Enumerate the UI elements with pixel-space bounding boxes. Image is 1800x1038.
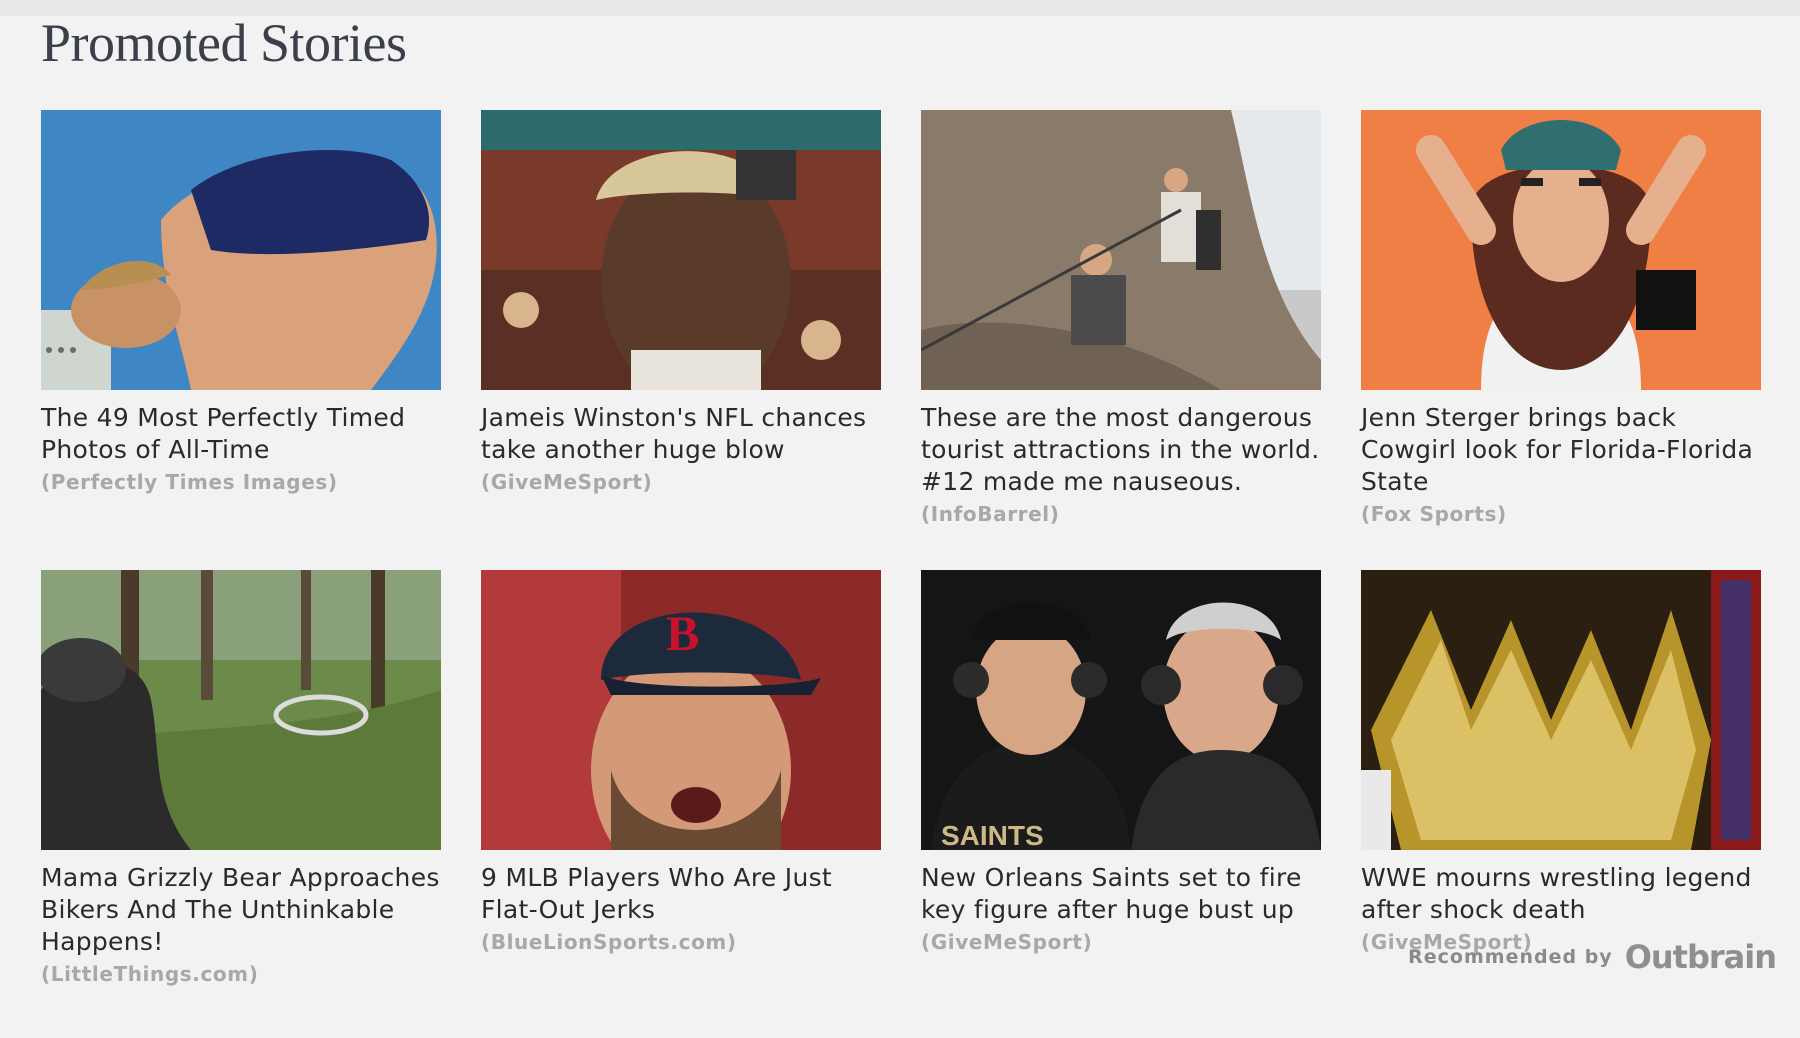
story-title-2[interactable]: Jameis Winston's NFL chances take anothe… xyxy=(481,402,881,466)
story-title-3[interactable]: These are the most dangerous tourist att… xyxy=(921,402,1321,498)
story-source-3: (InfoBarrel) xyxy=(921,502,1060,526)
recommended-by-label: Recommended by xyxy=(1408,946,1613,968)
story-thumbnail-5[interactable] xyxy=(41,570,441,850)
story-thumbnail-6[interactable]: B xyxy=(481,570,881,850)
stories-grid: The 49 Most Perfectly Timed Photos of Al… xyxy=(41,110,1761,1030)
story-source-6: (BlueLionSports.com) xyxy=(481,930,737,954)
outbrain-logo: Outbrain xyxy=(1624,938,1777,976)
section-title: Promoted Stories xyxy=(41,13,407,73)
story-card-6[interactable]: B 9 MLB Players Who Are Just Flat-Out Je… xyxy=(481,570,881,1030)
svg-text:SAINTS: SAINTS xyxy=(941,820,1044,850)
story-thumbnail-1[interactable] xyxy=(41,110,441,390)
story-title-1[interactable]: The 49 Most Perfectly Timed Photos of Al… xyxy=(41,402,441,466)
promoted-stories-widget: Promoted Stories The 49 Most Perfectly T… xyxy=(0,0,1800,1038)
story-source-7: (GiveMeSport) xyxy=(921,930,1093,954)
story-thumbnail-7[interactable]: SAINTS xyxy=(921,570,1321,850)
story-title-5[interactable]: Mama Grizzly Bear Approaches Bikers And … xyxy=(41,862,441,958)
story-title-7[interactable]: New Orleans Saints set to fire key figur… xyxy=(921,862,1321,926)
story-card-2[interactable]: Jameis Winston's NFL chances take anothe… xyxy=(481,110,881,570)
story-thumbnail-2[interactable] xyxy=(481,110,881,390)
story-source-5: (LittleThings.com) xyxy=(41,962,259,986)
recommended-by-outbrain-link[interactable]: Recommended by Outbrain xyxy=(1408,938,1777,976)
story-card-5[interactable]: Mama Grizzly Bear Approaches Bikers And … xyxy=(41,570,441,1030)
story-thumbnail-3[interactable] xyxy=(921,110,1321,390)
story-title-8[interactable]: WWE mourns wrestling legend after shock … xyxy=(1361,862,1761,926)
story-title-6[interactable]: 9 MLB Players Who Are Just Flat-Out Jerk… xyxy=(481,862,881,926)
story-thumbnail-4[interactable] xyxy=(1361,110,1761,390)
story-source-4: (Fox Sports) xyxy=(1361,502,1507,526)
story-card-1[interactable]: The 49 Most Perfectly Timed Photos of Al… xyxy=(41,110,441,570)
story-card-3[interactable]: These are the most dangerous tourist att… xyxy=(921,110,1321,570)
story-card-4[interactable]: Jenn Sterger brings back Cowgirl look fo… xyxy=(1361,110,1761,570)
story-source-2: (GiveMeSport) xyxy=(481,470,653,494)
story-title-4[interactable]: Jenn Sterger brings back Cowgirl look fo… xyxy=(1361,402,1761,498)
story-source-1: (Perfectly Times Images) xyxy=(41,470,338,494)
story-thumbnail-8[interactable] xyxy=(1361,570,1761,850)
story-card-7[interactable]: SAINTS New Orleans Saints set to fire ke… xyxy=(921,570,1321,1030)
svg-text:B: B xyxy=(666,605,699,661)
